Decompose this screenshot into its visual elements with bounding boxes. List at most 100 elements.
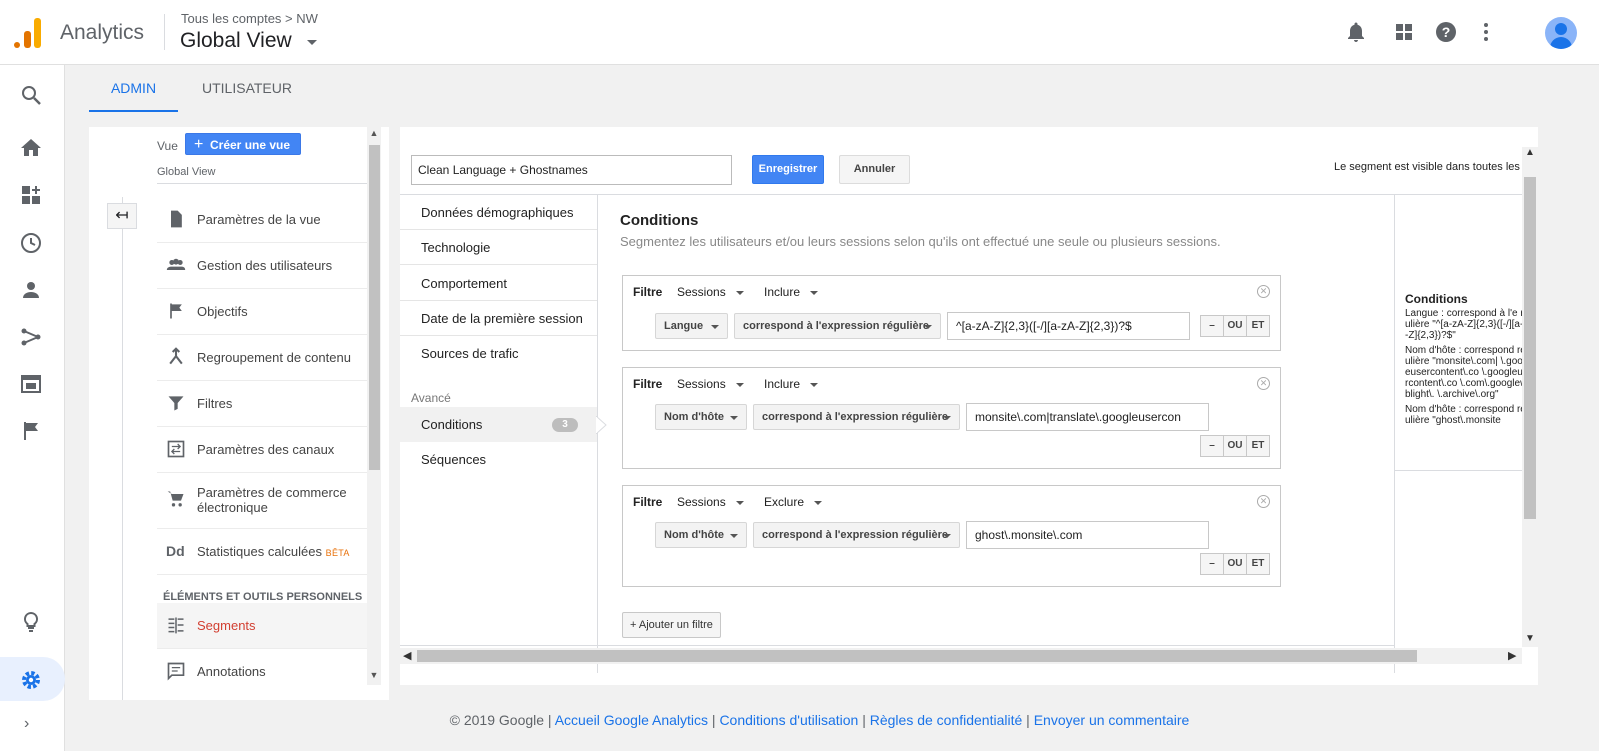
filter-value-input[interactable]: monsite\.com|translate\.googleusercon: [966, 403, 1209, 431]
category-demographics[interactable]: Données démographiques: [400, 195, 597, 230]
sidebar-item-content-grouping[interactable]: Regroupement de contenu: [157, 335, 369, 381]
filter-icon: [168, 396, 184, 411]
more-vert-icon[interactable]: [1474, 20, 1498, 44]
behavior-icon[interactable]: [19, 372, 43, 396]
close-icon[interactable]: ✕: [1257, 285, 1270, 298]
sidebar-scrollbar[interactable]: ▲ ▼: [367, 127, 381, 685]
create-view-button[interactable]: + Créer une vue: [185, 133, 302, 155]
apps-grid-icon[interactable]: [1392, 20, 1416, 44]
scrollbar-thumb[interactable]: [1524, 177, 1536, 519]
operator-value: correspond à l'expression régulière: [743, 320, 930, 332]
category-first-session-date[interactable]: Date de la première session: [400, 301, 597, 336]
clock-icon[interactable]: [19, 231, 43, 255]
filter-scope-dropdown[interactable]: Sessions: [677, 285, 744, 299]
filter-scope-dropdown[interactable]: Sessions: [677, 377, 744, 391]
bell-icon[interactable]: [1344, 20, 1368, 44]
footer-link-feedback[interactable]: Envoyer un commentaire: [1034, 712, 1190, 728]
chevron-down-icon: [810, 382, 819, 387]
filter-scope-dropdown[interactable]: Sessions: [677, 495, 744, 509]
dimension-select[interactable]: Nom d'hôte: [655, 404, 747, 430]
filter-value-input[interactable]: ^[a-zA-Z]{2,3}([-/][a-zA-Z]{2,3})?$: [947, 312, 1190, 340]
footer: © 2019 Google | Accueil Google Analytics…: [449, 712, 1190, 728]
chevron-down-icon: [943, 534, 951, 538]
operator-select[interactable]: correspond à l'expression régulière: [753, 522, 960, 548]
back-arrow-icon[interactable]: ↤: [107, 203, 137, 229]
segment-name-input[interactable]: Clean Language + Ghostnames: [411, 155, 732, 185]
sidebar-item-ecommerce-settings[interactable]: Paramètres de commerce électronique: [157, 473, 369, 529]
scroll-up-icon[interactable]: ▲: [368, 128, 380, 138]
home-icon[interactable]: [19, 136, 43, 160]
operator-select[interactable]: correspond à l'expression régulière: [753, 404, 960, 430]
remove-button[interactable]: –: [1200, 315, 1224, 337]
dimension-select[interactable]: Langue: [655, 313, 728, 339]
dimension-select[interactable]: Nom d'hôte: [655, 522, 747, 548]
footer-link-terms[interactable]: Conditions d'utilisation: [719, 712, 858, 728]
filter-scope-value: Sessions: [677, 285, 726, 299]
editor-vertical-scrollbar[interactable]: ▲ ▼: [1522, 147, 1538, 647]
category-behavior[interactable]: Comportement: [400, 266, 597, 301]
sidebar-item-label: Statistiques calculées BÊTA: [197, 544, 350, 561]
editor-horizontal-scrollbar[interactable]: ◀ ▶: [400, 648, 1522, 664]
and-button[interactable]: ET: [1246, 553, 1270, 575]
scroll-up-icon[interactable]: ▲: [1524, 147, 1536, 158]
avatar[interactable]: [1545, 17, 1577, 49]
breadcrumb[interactable]: Tous les comptes > NW: [181, 11, 318, 26]
chevron-down-icon: [814, 500, 823, 505]
category-sequences[interactable]: Séquences: [400, 442, 597, 477]
sidebar-item-annotations[interactable]: Annotations: [157, 649, 369, 695]
sidebar-item-calculated-metrics[interactable]: Dd Statistiques calculées BÊTA: [157, 529, 369, 575]
sidebar-item-view-settings[interactable]: Paramètres de la vue: [157, 197, 369, 243]
view-selector[interactable]: Global View: [180, 29, 292, 53]
footer-link-home[interactable]: Accueil Google Analytics: [555, 712, 708, 728]
filter-value-input[interactable]: ghost\.monsite\.com: [966, 521, 1209, 549]
scroll-left-icon[interactable]: ◀: [403, 649, 411, 662]
scrollbar-thumb[interactable]: [417, 650, 1417, 662]
operator-select[interactable]: correspond à l'expression régulière: [734, 313, 941, 339]
chevron-down-icon[interactable]: [307, 40, 317, 45]
filter-mode-dropdown[interactable]: Inclure: [764, 285, 819, 299]
scroll-down-icon[interactable]: ▼: [1524, 633, 1536, 644]
lightbulb-icon[interactable]: [19, 610, 43, 634]
and-button[interactable]: ET: [1246, 315, 1270, 337]
filter-mode-dropdown[interactable]: Inclure: [764, 377, 819, 391]
remove-button[interactable]: –: [1200, 553, 1224, 575]
category-traffic-sources[interactable]: Sources de trafic: [400, 336, 597, 371]
analytics-logo-icon[interactable]: [14, 18, 42, 48]
search-icon[interactable]: [19, 83, 43, 107]
tab-admin[interactable]: ADMIN: [89, 65, 178, 112]
or-button[interactable]: OU: [1223, 553, 1247, 575]
left-nav-rail: [0, 65, 65, 751]
person-icon[interactable]: [19, 278, 43, 302]
sidebar-item-filters[interactable]: Filtres: [157, 381, 369, 427]
close-icon[interactable]: ✕: [1257, 377, 1270, 390]
calculated-metrics-label: Statistiques calculées: [197, 544, 323, 559]
sidebar-item-segments[interactable]: Segments: [157, 603, 369, 649]
flag-icon[interactable]: [19, 419, 43, 443]
cancel-button[interactable]: Annuler: [839, 155, 910, 184]
filter-mode-dropdown[interactable]: Exclure: [764, 495, 823, 509]
scroll-right-icon[interactable]: ▶: [1508, 649, 1516, 662]
acquisition-icon[interactable]: [19, 325, 43, 349]
remove-button[interactable]: –: [1200, 435, 1224, 457]
scroll-down-icon[interactable]: ▼: [368, 670, 380, 680]
gear-icon[interactable]: [19, 668, 43, 692]
sidebar-item-user-management[interactable]: Gestion des utilisateurs: [157, 243, 369, 289]
or-button[interactable]: OU: [1223, 315, 1247, 337]
help-icon[interactable]: ?: [1434, 20, 1458, 44]
category-technology[interactable]: Technologie: [400, 230, 597, 265]
scrollbar-thumb[interactable]: [369, 145, 380, 470]
filter-ops: – OU ET: [1200, 553, 1270, 575]
save-button[interactable]: Enregistrer: [752, 155, 824, 184]
close-icon[interactable]: ✕: [1257, 495, 1270, 508]
chevron-down-icon: [711, 325, 719, 329]
sidebar-item-goals[interactable]: Objectifs: [157, 289, 369, 335]
footer-link-privacy[interactable]: Règles de confidentialité: [870, 712, 1023, 728]
sidebar-item-channel-settings[interactable]: Paramètres des canaux: [157, 427, 369, 473]
and-button[interactable]: ET: [1246, 435, 1270, 457]
add-filter-button[interactable]: + Ajouter un filtre: [622, 612, 721, 638]
or-button[interactable]: OU: [1223, 435, 1247, 457]
tab-utilisateur[interactable]: UTILISATEUR: [202, 65, 292, 112]
segment-editor: Clean Language + Ghostnames Enregistrer …: [400, 127, 1538, 685]
customization-icon[interactable]: [19, 183, 43, 207]
category-conditions[interactable]: Conditions 3: [400, 407, 597, 442]
